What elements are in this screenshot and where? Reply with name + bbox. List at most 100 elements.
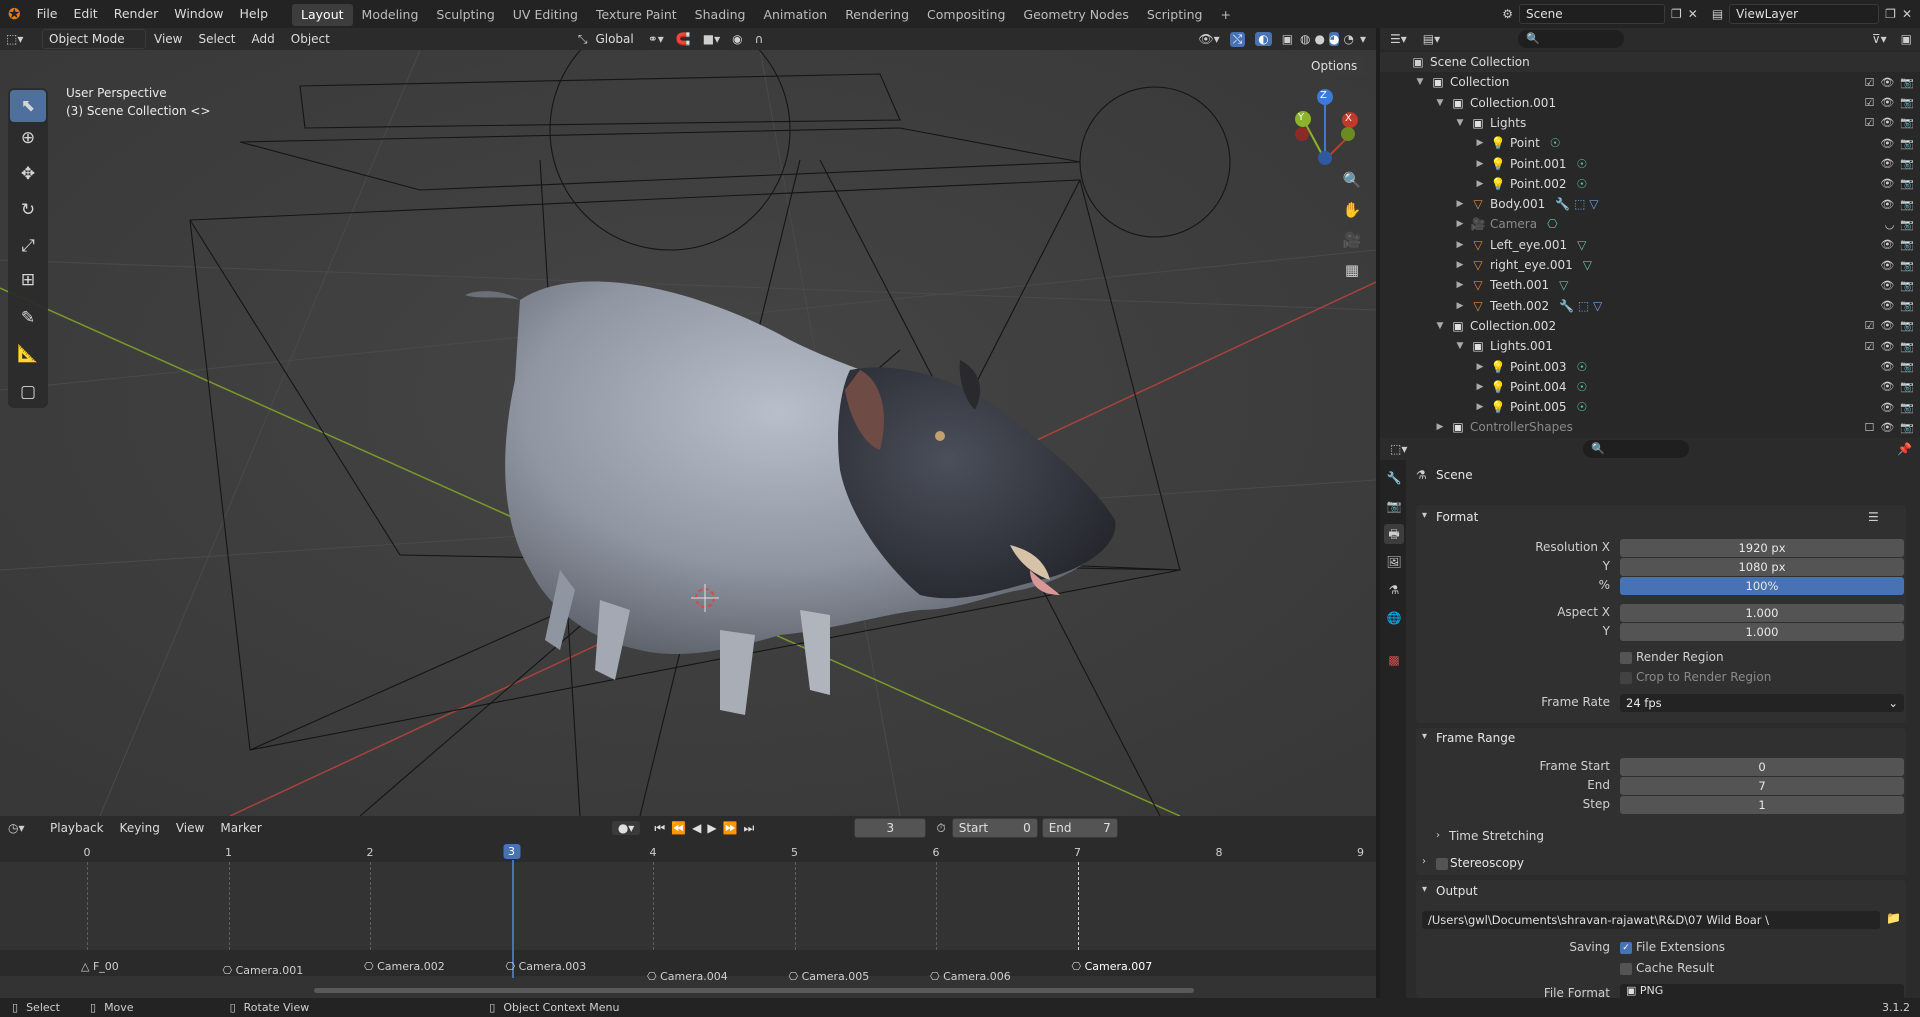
collapse-arrow-icon[interactable]: ▶ [1454, 260, 1466, 270]
frame-step-field[interactable]: 1 [1620, 796, 1904, 814]
expand-arrow-icon[interactable]: ▼ [1454, 118, 1466, 128]
render-camera-icon[interactable]: 📷 [1900, 96, 1914, 109]
zoom-icon[interactable]: 🔍 [1338, 166, 1366, 194]
outliner-item-label[interactable]: Body.001 [1490, 197, 1545, 211]
measure-tool-icon[interactable]: 📐 [10, 338, 46, 370]
mode-selector[interactable]: Object Mode [42, 29, 146, 49]
perspective-toggle-icon[interactable]: ▦ [1338, 256, 1366, 284]
modifiers-icon[interactable]: 🔧 ⬚ ▽ [1559, 299, 1602, 313]
play-icon[interactable]: ▶ [707, 821, 716, 835]
outliner-row[interactable]: ▼ ▣ Lights.001 ☑ 👁 📷 [1380, 336, 1920, 356]
duplicate-scene-icon[interactable]: ❐ [1671, 7, 1682, 21]
record-icon[interactable]: ●▾ [611, 821, 641, 835]
frame-number[interactable]: 7 [1074, 846, 1081, 859]
tab-shading[interactable]: Shading [686, 4, 755, 26]
collapse-arrow-icon[interactable]: ▶ [1474, 362, 1486, 372]
light-data-icon[interactable]: ☉ [1577, 157, 1588, 171]
tab-sculpting[interactable]: Sculpting [427, 4, 503, 26]
timeline-marker[interactable]: ⎔ Camera.007 [1072, 960, 1153, 973]
timeline-marker[interactable]: △ F_00 [81, 960, 119, 973]
format-presets-icon[interactable]: ☰ [1868, 510, 1879, 524]
eye-visibility-icon[interactable]: 👁 [1880, 76, 1894, 89]
outliner-editor-type-icon[interactable]: ☰▾ [1390, 32, 1407, 46]
new-collection-icon[interactable]: ▣ [1901, 32, 1912, 46]
outliner-row[interactable]: ▼ ▣ Collection ☑ 👁 📷 [1380, 72, 1920, 92]
render-camera-icon[interactable]: 📷 [1900, 299, 1914, 312]
expand-arrow-icon[interactable]: ▼ [1414, 77, 1426, 87]
material-shading-icon[interactable]: ◕ [1329, 32, 1340, 46]
outliner-item-label[interactable]: Point.004 [1510, 380, 1567, 394]
mesh-data-icon[interactable]: ▽ [1583, 258, 1592, 272]
outliner-item-label[interactable]: Scene Collection [1430, 55, 1530, 69]
render-camera-icon[interactable]: 📷 [1900, 157, 1914, 170]
select-tool-icon[interactable]: ⬉ [10, 90, 46, 122]
move-tool-icon[interactable]: ✥ [10, 158, 46, 190]
tab-modeling[interactable]: Modeling [353, 4, 428, 26]
outliner-item-label[interactable]: Left_eye.001 [1490, 238, 1567, 252]
timeline-marker[interactable]: ⎔ Camera.005 [789, 970, 870, 983]
solid-shading-icon[interactable]: ● [1315, 32, 1325, 46]
render-camera-icon[interactable]: 📷 [1900, 319, 1914, 332]
editor-type-icon[interactable]: ⬚▾ [6, 32, 34, 46]
outliner-item-label[interactable]: Collection.001 [1470, 96, 1556, 110]
eye-visibility-icon[interactable]: 👁 [1880, 198, 1894, 211]
menu-edit[interactable]: Edit [66, 0, 106, 28]
light-data-icon[interactable]: ☉ [1577, 360, 1588, 374]
menu-view[interactable]: View [146, 28, 190, 50]
frame-number[interactable]: 2 [367, 846, 374, 859]
render-region-checkbox[interactable] [1620, 652, 1632, 664]
expand-arrow-icon[interactable]: ▼ [1434, 321, 1446, 331]
format-collapse-icon[interactable]: ▾ [1422, 510, 1427, 521]
collapse-arrow-icon[interactable]: ▶ [1454, 240, 1466, 250]
shading-options-icon[interactable]: ▾ [1360, 32, 1366, 46]
stereoscopy-title[interactable]: Stereoscopy [1450, 856, 1524, 870]
file-extensions-checkbox[interactable]: ✓ [1620, 942, 1632, 954]
view-layer-selector[interactable]: ViewLayer [1729, 4, 1880, 24]
render-camera-icon[interactable]: 📷 [1900, 116, 1914, 129]
current-frame-field[interactable]: 3 [854, 818, 927, 838]
collapse-arrow-icon[interactable]: ▶ [1474, 402, 1486, 412]
collapse-arrow-icon[interactable]: ▶ [1474, 138, 1486, 148]
mesh-data-icon[interactable]: ▽ [1559, 278, 1568, 292]
eye-visibility-icon[interactable]: 👁 [1880, 137, 1894, 150]
frame-number[interactable]: 4 [650, 846, 657, 859]
eye-visibility-icon[interactable]: 👁 [1880, 380, 1894, 393]
frame-rate-dropdown[interactable]: 24 fps ⌄ [1620, 694, 1904, 712]
outliner-row[interactable]: ▶ 🎥 Camera ⎔ ◡ 📷 [1380, 214, 1920, 234]
expand-arrow-icon[interactable]: ▼ [1454, 341, 1466, 351]
outliner-item-label[interactable]: Teeth.002 [1490, 299, 1549, 313]
exclude-checkbox-icon[interactable]: ☐ [1864, 421, 1874, 434]
menu-window[interactable]: Window [166, 0, 231, 28]
outliner-item-label[interactable]: Point.002 [1510, 177, 1567, 191]
render-camera-icon[interactable]: 📷 [1900, 421, 1914, 434]
frame-number[interactable]: 0 [84, 846, 91, 859]
outliner-row[interactable]: ▶ ▽ right_eye.001 ▽ 👁 📷 [1380, 255, 1920, 275]
frame-number[interactable]: 5 [791, 846, 798, 859]
outliner-item-label[interactable]: Collection [1450, 75, 1509, 89]
outliner-item-label[interactable]: Camera [1490, 217, 1537, 231]
outliner-item-label[interactable]: right_eye.001 [1490, 258, 1573, 272]
eye-visibility-icon[interactable]: 👁 [1880, 116, 1894, 129]
outliner-row[interactable]: ▶ ▣ ControllerShapes ☐ 👁 📷 [1380, 417, 1920, 437]
cache-result-checkbox[interactable] [1620, 963, 1632, 975]
rendered-shading-icon[interactable]: ◔ [1343, 32, 1353, 46]
collapse-arrow-icon[interactable]: ▶ [1454, 199, 1466, 209]
prev-keyframe-icon[interactable]: ⏪ [671, 821, 686, 835]
camera-view-icon[interactable]: 🎥 [1338, 226, 1366, 254]
outliner-item-label[interactable]: Lights [1490, 116, 1526, 130]
exclude-checkbox-icon[interactable]: ☑ [1864, 116, 1874, 129]
render-camera-icon[interactable]: 📷 [1900, 340, 1914, 353]
world-tab-icon[interactable]: 🌐 [1384, 608, 1404, 628]
display-mode-icon[interactable]: ▤▾ [1423, 32, 1440, 46]
outliner-item-label[interactable]: Lights.001 [1490, 339, 1553, 353]
outliner-item-label[interactable]: Teeth.001 [1490, 278, 1549, 292]
options-dropdown[interactable]: Options [1304, 56, 1366, 76]
render-camera-icon[interactable]: 📷 [1900, 76, 1914, 89]
render-camera-icon[interactable]: 📷 [1900, 279, 1914, 292]
tab-texture-paint[interactable]: Texture Paint [587, 4, 686, 26]
frame-range-title[interactable]: Frame Range [1436, 731, 1515, 745]
exclude-checkbox-icon[interactable]: ☑ [1864, 319, 1874, 332]
jump-start-icon[interactable]: ⏮ [654, 821, 665, 836]
wireframe-shading-icon[interactable]: ◍ [1300, 32, 1310, 46]
menu-select[interactable]: Select [190, 28, 243, 50]
